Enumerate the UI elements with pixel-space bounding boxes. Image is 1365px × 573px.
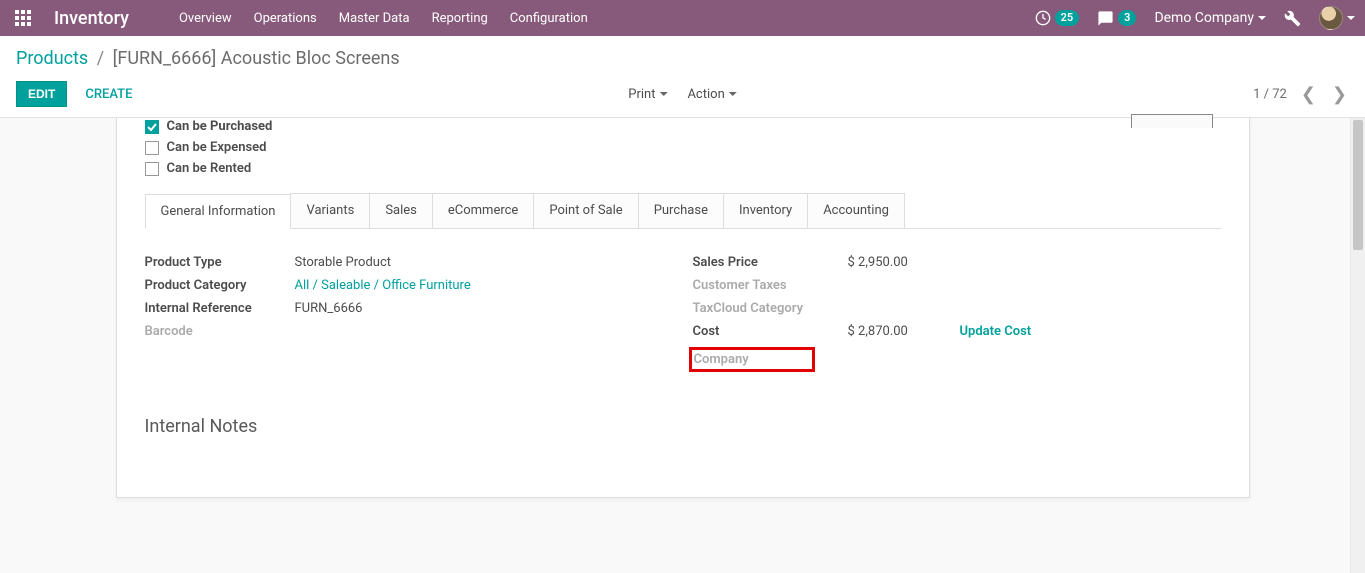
- tab-variants[interactable]: Variants: [290, 193, 370, 228]
- product-category-value[interactable]: All / Saleable / Office Furniture: [295, 278, 471, 293]
- check-label: Can be Rented: [167, 161, 252, 176]
- caret-down-icon: [1347, 16, 1355, 20]
- taxcloud-category-label: TaxCloud Category: [693, 301, 848, 316]
- customer-taxes-label: Customer Taxes: [693, 278, 848, 293]
- top-nav: Overview Operations Master Data Reportin…: [179, 11, 588, 26]
- scrollbar-thumb[interactable]: [1353, 120, 1363, 250]
- tab-ecommerce[interactable]: eCommerce: [432, 193, 534, 228]
- nav-configuration[interactable]: Configuration: [510, 11, 588, 26]
- company-label: Company: [694, 352, 810, 367]
- create-button[interactable]: CREATE: [85, 87, 132, 102]
- tab-sales[interactable]: Sales: [369, 193, 433, 228]
- nav-master-data[interactable]: Master Data: [339, 11, 410, 26]
- clock-icon: [1035, 10, 1051, 26]
- right-column: Sales Price $ 2,950.00 Customer Taxes Ta…: [693, 251, 1221, 376]
- check-label: Can be Expensed: [167, 140, 267, 155]
- update-cost-link[interactable]: Update Cost: [960, 324, 1032, 339]
- pager-prev[interactable]: ❮: [1299, 84, 1318, 105]
- breadcrumb-products[interactable]: Products: [16, 48, 88, 69]
- app-title[interactable]: Inventory: [54, 8, 129, 29]
- check-can-be-expensed[interactable]: Can be Expensed: [145, 137, 1221, 158]
- debug-icon[interactable]: [1284, 10, 1301, 27]
- tabs: General Information Variants Sales eComm…: [145, 193, 1221, 229]
- checkbox-icon: [145, 141, 159, 155]
- print-dropdown[interactable]: Print: [628, 87, 667, 102]
- tab-purchase[interactable]: Purchase: [638, 193, 724, 228]
- tab-accounting[interactable]: Accounting: [807, 193, 905, 228]
- topbar: Inventory Overview Operations Master Dat…: [0, 0, 1365, 36]
- messaging-badge: 3: [1118, 10, 1136, 26]
- checkbox-icon: [145, 162, 159, 176]
- nav-overview[interactable]: Overview: [179, 11, 232, 26]
- caret-down-icon: [1258, 16, 1266, 20]
- chat-icon: [1097, 10, 1114, 27]
- form-sheet: Can be Purchased Can be Expensed Can be …: [116, 118, 1250, 498]
- messaging-indicator[interactable]: 3: [1097, 10, 1136, 27]
- cost-value: $ 2,870.00: [848, 324, 948, 339]
- apps-icon[interactable]: [10, 5, 36, 31]
- company-switcher[interactable]: Demo Company: [1154, 10, 1266, 26]
- sales-price-label: Sales Price: [693, 255, 848, 270]
- activity-badge: 25: [1055, 10, 1080, 26]
- product-category-label: Product Category: [145, 278, 295, 293]
- product-type-value: Storable Product: [295, 255, 392, 270]
- breadcrumb-sep: /: [97, 48, 104, 69]
- caret-down-icon: [729, 92, 737, 96]
- check-can-be-purchased[interactable]: Can be Purchased: [145, 116, 1221, 137]
- edit-button[interactable]: EDIT: [16, 81, 67, 107]
- internal-reference-label: Internal Reference: [145, 301, 295, 316]
- tab-general-information[interactable]: General Information: [145, 194, 292, 229]
- internal-reference-value: FURN_6666: [295, 301, 363, 316]
- avatar: [1319, 6, 1343, 30]
- vertical-scrollbar[interactable]: [1350, 118, 1365, 573]
- product-image-box[interactable]: [1131, 114, 1213, 128]
- action-dropdown[interactable]: Action: [687, 87, 736, 102]
- user-menu[interactable]: [1319, 6, 1355, 30]
- pager-value[interactable]: 1 / 72: [1253, 87, 1287, 102]
- tab-inventory[interactable]: Inventory: [723, 193, 808, 228]
- company-name: Demo Company: [1154, 10, 1254, 26]
- barcode-label: Barcode: [145, 324, 295, 339]
- checkbox-icon: [145, 120, 159, 134]
- breadcrumb: Products / [FURN_6666] Acoustic Bloc Scr…: [16, 48, 1349, 69]
- caret-down-icon: [659, 92, 667, 96]
- nav-operations[interactable]: Operations: [254, 11, 317, 26]
- tab-point-of-sale[interactable]: Point of Sale: [533, 193, 638, 228]
- activity-indicator[interactable]: 25: [1035, 10, 1080, 26]
- company-highlight: Company: [689, 347, 815, 372]
- check-can-be-rented[interactable]: Can be Rented: [145, 158, 1221, 179]
- cost-label: Cost: [693, 324, 848, 339]
- breadcrumb-current: [FURN_6666] Acoustic Bloc Screens: [113, 48, 400, 69]
- left-column: Product Type Storable Product Product Ca…: [145, 251, 673, 376]
- nav-reporting[interactable]: Reporting: [432, 11, 488, 26]
- pager-next[interactable]: ❯: [1330, 84, 1349, 105]
- sales-price-value: $ 2,950.00: [848, 255, 948, 270]
- internal-notes-heading: Internal Notes: [117, 376, 1249, 437]
- product-type-label: Product Type: [145, 255, 295, 270]
- check-label: Can be Purchased: [167, 119, 273, 134]
